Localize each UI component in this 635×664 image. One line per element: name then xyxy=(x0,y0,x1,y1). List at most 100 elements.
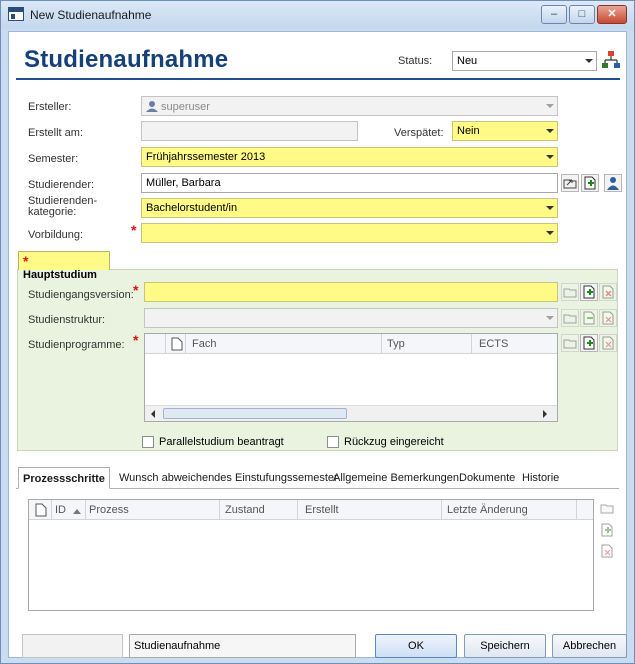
new-document-icon xyxy=(583,285,595,299)
column-header-prozess[interactable]: Prozess xyxy=(89,504,129,516)
save-button[interactable]: Speichern xyxy=(464,634,546,658)
tab-dokumente[interactable]: Dokumente xyxy=(455,467,519,489)
new-studiengangsversion-button[interactable] xyxy=(580,283,598,301)
new-document-icon xyxy=(583,336,595,350)
verspaetet-select[interactable]: Nein xyxy=(452,121,558,141)
required-marker: * xyxy=(133,282,139,298)
open-studienprogramm-button[interactable] xyxy=(561,334,579,352)
minimize-icon: – xyxy=(550,8,558,20)
rueckzug-checkbox[interactable] xyxy=(327,436,339,448)
column-header-erstellt[interactable]: Erstellt xyxy=(305,504,339,516)
column-separator xyxy=(441,500,442,520)
delete-studienprogramm-button[interactable] xyxy=(599,334,617,352)
column-separator xyxy=(576,500,577,520)
delete-prozessschritt-button[interactable] xyxy=(599,543,615,562)
parallelstudium-label: Parallelstudium beantragt xyxy=(159,436,284,448)
cancel-button[interactable]: Abbrechen xyxy=(552,634,627,658)
open-studiengangsversion-button[interactable] xyxy=(561,283,579,301)
vorbildung-select[interactable] xyxy=(141,223,558,243)
tab-wunsch-einstufungssemester[interactable]: Wunsch abweichendes Einstufungssemester xyxy=(115,467,342,489)
prozessschritte-grid[interactable]: ID Prozess Zustand Erstellt Letzte Änder… xyxy=(28,499,594,611)
open-prozessschritt-button[interactable] xyxy=(599,500,615,519)
studiengangsversion-label: Studiengangsversion: xyxy=(28,289,134,301)
document-icon xyxy=(171,337,183,354)
new-studienstruktur-button[interactable] xyxy=(580,309,598,327)
column-separator xyxy=(297,500,298,520)
delete-studiengangsversion-button[interactable] xyxy=(599,283,617,301)
column-header-zustand[interactable]: Zustand xyxy=(225,504,265,516)
studienprogramme-grid[interactable]: Fach Typ ECTS xyxy=(144,333,558,422)
status-label: Status: xyxy=(398,55,433,67)
chevron-down-icon xyxy=(541,97,557,115)
new-studierender-button[interactable] xyxy=(581,174,599,192)
column-separator xyxy=(185,334,186,354)
column-header-letzte-aenderung[interactable]: Letzte Änderung xyxy=(447,504,528,516)
open-folder-icon xyxy=(600,504,614,514)
ok-button[interactable]: OK xyxy=(375,634,457,658)
chevron-down-icon xyxy=(541,224,557,242)
person-details-button[interactable] xyxy=(604,174,622,192)
ersteller-select[interactable]: superuser xyxy=(141,96,558,116)
window-title: New Studienaufnahme xyxy=(30,8,152,22)
delete-studienstruktur-button[interactable] xyxy=(599,309,617,327)
maximize-icon: □ xyxy=(578,8,586,20)
status-field-left xyxy=(22,634,123,658)
workflow-button[interactable] xyxy=(601,50,621,70)
column-separator xyxy=(219,500,220,520)
tab-historie[interactable]: Historie xyxy=(518,467,563,489)
open-folder-icon xyxy=(563,288,577,298)
tab-prozessschritte[interactable]: Prozessschritte xyxy=(18,467,110,489)
kategorie-select[interactable]: Bachelorstudent/in xyxy=(141,198,558,218)
app-window-icon xyxy=(8,7,24,21)
new-prozessschritt-button[interactable] xyxy=(599,522,615,541)
kategorie-label: Studierenden- kategorie: xyxy=(28,196,97,218)
open-folder-icon xyxy=(563,179,577,189)
semester-value: Frühjahrssemester 2013 xyxy=(146,151,266,163)
studienstruktur-select[interactable] xyxy=(144,308,558,328)
close-button[interactable]: ✕ xyxy=(597,5,627,24)
open-folder-icon xyxy=(563,339,577,349)
new-studienprogramm-button[interactable] xyxy=(580,334,598,352)
ersteller-value: superuser xyxy=(161,101,210,113)
person-icon xyxy=(607,177,619,190)
status-select[interactable]: Neu xyxy=(452,51,597,71)
tab-hauptstudium[interactable]: * Hauptstudium xyxy=(18,251,110,281)
column-header-ects[interactable]: ECTS xyxy=(479,338,508,350)
studierender-label: Studierender: xyxy=(28,179,95,191)
semester-select[interactable]: Frühjahrssemester 2013 xyxy=(141,147,558,167)
studierender-field[interactable]: Müller, Barbara xyxy=(141,173,558,193)
open-studienstruktur-button[interactable] xyxy=(561,309,579,327)
parallelstudium-checkbox[interactable] xyxy=(142,436,154,448)
scrollbar-thumb[interactable] xyxy=(163,408,347,419)
chevron-down-icon xyxy=(580,52,596,70)
column-header-id[interactable]: ID xyxy=(55,504,66,516)
semester-label: Semester: xyxy=(28,153,79,165)
horizontal-scrollbar[interactable] xyxy=(145,405,557,421)
delete-document-icon xyxy=(602,336,614,350)
column-separator xyxy=(165,334,166,354)
workflow-hierarchy-icon xyxy=(602,51,620,68)
required-marker: * xyxy=(131,222,137,238)
maximize-button[interactable]: □ xyxy=(569,5,595,24)
column-separator xyxy=(51,500,52,520)
column-separator xyxy=(471,334,472,354)
document-icon xyxy=(35,503,47,520)
user-icon xyxy=(146,101,158,112)
delete-document-icon xyxy=(602,285,614,299)
ersteller-label: Ersteller: xyxy=(28,101,72,113)
tab-allgemeine-bemerkungen[interactable]: Allgemeine Bemerkungen xyxy=(329,467,463,489)
tab-hauptstudium-label: Hauptstudium xyxy=(23,269,97,281)
studiengangsversion-field[interactable] xyxy=(144,282,558,302)
verspaetet-value: Nein xyxy=(457,125,480,137)
column-header-fach[interactable]: Fach xyxy=(192,338,216,350)
status-field-entity: Studienaufnahme xyxy=(129,634,356,658)
verspaetet-label: Verspätet: xyxy=(394,127,444,139)
sort-ascending-icon xyxy=(73,505,81,517)
kategorie-label-line2: kategorie: xyxy=(28,206,77,218)
new-document-icon xyxy=(584,176,596,190)
column-header-typ[interactable]: Typ xyxy=(387,338,405,350)
minimize-button[interactable]: – xyxy=(541,5,567,24)
chevron-down-icon xyxy=(541,148,557,166)
open-studierender-button[interactable] xyxy=(561,174,579,192)
open-folder-icon xyxy=(563,314,577,324)
